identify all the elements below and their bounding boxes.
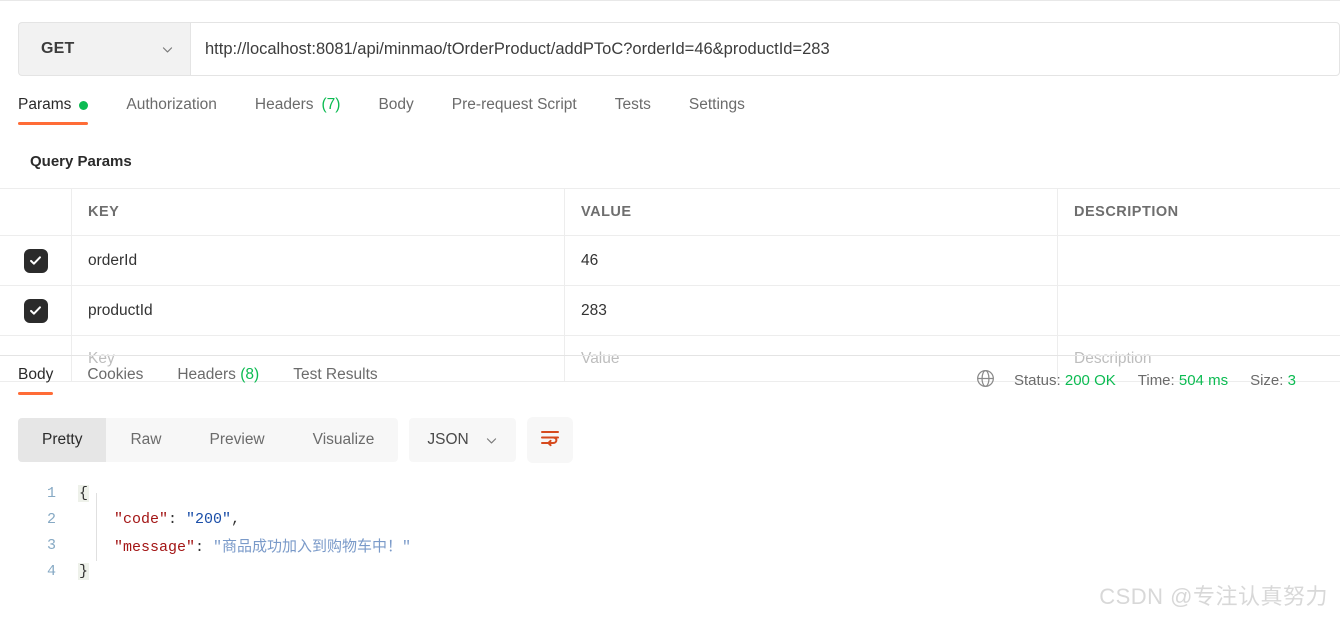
response-tab-headers-label: Headers <box>177 366 236 383</box>
request-url-input[interactable]: http://localhost:8081/api/minmao/tOrderP… <box>190 22 1340 76</box>
column-header-key: KEY <box>88 204 120 220</box>
tab-body-label: Body <box>378 96 414 113</box>
request-url-text: http://localhost:8081/api/minmao/tOrderP… <box>205 39 830 58</box>
json-open-brace[interactable]: { <box>78 484 90 502</box>
placeholder-key[interactable]: Key <box>88 350 115 368</box>
tab-params-label: Params <box>18 96 72 113</box>
tab-pre-request-script-label: Pre-request Script <box>451 96 577 113</box>
tab-tests[interactable]: Tests <box>615 96 651 125</box>
response-tab-cookies[interactable]: Cookies <box>87 366 143 395</box>
param-value[interactable]: 46 <box>581 252 598 270</box>
top-divider <box>0 0 1340 1</box>
view-mode-visualize[interactable]: Visualize <box>289 418 399 462</box>
placeholder-value[interactable]: Value <box>581 350 620 368</box>
view-mode-pretty[interactable]: Pretty <box>18 418 107 462</box>
tab-pre-request-script[interactable]: Pre-request Script <box>452 96 577 125</box>
json-key: "code" <box>114 510 169 528</box>
line-number: 1 <box>46 484 56 502</box>
code-line: 2 "code": "200", <box>0 506 1340 532</box>
response-tab-test-results-label: Test Results <box>293 366 378 383</box>
response-body-toolbar: Pretty Raw Preview Visualize JSON <box>18 417 573 463</box>
http-method-label: GET <box>41 40 75 57</box>
chevron-down-icon <box>485 434 498 447</box>
tab-headers[interactable]: Headers (7) <box>255 96 341 125</box>
tab-headers-count: (7) <box>321 96 341 113</box>
json-key: "message" <box>114 538 196 556</box>
response-tab-headers[interactable]: Headers (8) <box>177 366 259 395</box>
view-mode-raw[interactable]: Raw <box>106 418 185 462</box>
status-value: 200 OK <box>1064 372 1116 389</box>
time-label: Time: <box>1137 372 1175 389</box>
response-view-mode-group: Pretty Raw Preview Visualize <box>18 418 399 462</box>
word-wrap-icon <box>538 427 562 454</box>
response-language-label: JSON <box>427 431 469 448</box>
code-line: 3 "message": "商品成功加入到购物车中！" <box>0 532 1340 558</box>
response-divider <box>0 355 1340 356</box>
tab-authorization-label: Authorization <box>126 96 217 113</box>
param-key[interactable]: productId <box>88 302 153 320</box>
tab-params[interactable]: Params <box>18 96 89 125</box>
json-comma: , <box>231 510 241 528</box>
param-value[interactable]: 283 <box>581 302 607 320</box>
response-tab-body[interactable]: Body <box>18 366 54 395</box>
param-key[interactable]: orderId <box>88 252 137 270</box>
size-value: 3 <box>1287 372 1296 389</box>
query-params-table: KEY VALUE DESCRIPTION orderId 46 product… <box>0 188 1340 382</box>
json-value: "商品成功加入到购物车中！" <box>213 538 412 556</box>
response-tab-cookies-label: Cookies <box>87 366 144 383</box>
table-header-row: KEY VALUE DESCRIPTION <box>0 189 1340 236</box>
http-method-selector[interactable]: GET <box>18 22 190 76</box>
response-tab-headers-count: (8) <box>240 366 260 383</box>
json-separator: : <box>195 538 214 556</box>
watermark: CSDN @专注认真努力 <box>1099 584 1328 609</box>
tab-authorization[interactable]: Authorization <box>126 96 216 125</box>
word-wrap-toggle-button[interactable] <box>526 417 573 463</box>
view-mode-preview[interactable]: Preview <box>186 418 289 462</box>
line-number: 4 <box>46 562 56 580</box>
row-checkbox-checked[interactable] <box>23 248 48 273</box>
request-url-bar: GET http://localhost:8081/api/minmao/tOr… <box>18 22 1340 76</box>
response-tabs: Body Cookies Headers (8) Test Results <box>18 366 412 395</box>
header-cell-checkbox <box>0 189 72 235</box>
response-status-bar: Status: 200 OK Time: 504 ms Size: 3 <box>975 368 1318 393</box>
params-modified-dot-icon <box>79 100 89 110</box>
column-header-description: DESCRIPTION <box>1074 204 1179 220</box>
row-checkbox-cell <box>0 286 72 335</box>
globe-icon <box>975 368 996 393</box>
code-line: 1 { <box>0 480 1340 506</box>
status-label: Status: <box>1014 372 1061 389</box>
response-tab-body-label: Body <box>18 366 54 383</box>
tab-body[interactable]: Body <box>378 96 413 125</box>
response-tab-test-results[interactable]: Test Results <box>293 366 377 395</box>
status-code-item[interactable]: Status: 200 OK <box>1014 372 1116 389</box>
tab-tests-label: Tests <box>614 96 651 113</box>
chevron-down-icon <box>161 43 174 56</box>
placeholder-description[interactable]: Description <box>1074 350 1152 368</box>
tab-headers-label: Headers <box>254 96 314 113</box>
line-number: 2 <box>46 510 56 528</box>
response-language-selector[interactable]: JSON <box>409 418 516 462</box>
query-params-title: Query Params <box>30 153 132 170</box>
line-number: 3 <box>46 536 56 554</box>
tab-settings-label: Settings <box>688 96 745 113</box>
response-size-item[interactable]: Size: 3 <box>1250 372 1296 389</box>
column-header-value: VALUE <box>581 204 632 220</box>
size-label: Size: <box>1250 372 1284 389</box>
postman-request-response-panel: GET http://localhost:8081/api/minmao/tOr… <box>0 0 1340 623</box>
response-time-item[interactable]: Time: 504 ms <box>1138 372 1228 389</box>
tab-settings[interactable]: Settings <box>689 96 745 125</box>
json-value: "200" <box>186 510 232 528</box>
row-checkbox-checked[interactable] <box>23 298 48 323</box>
json-close-brace[interactable]: } <box>78 562 90 580</box>
table-row: orderId 46 <box>0 236 1340 286</box>
json-separator: : <box>168 510 187 528</box>
row-checkbox-cell <box>0 236 72 285</box>
table-row: productId 283 <box>0 286 1340 336</box>
time-value: 504 ms <box>1178 372 1229 389</box>
request-tabs: Params Authorization Headers (7) Body Pr… <box>18 96 1340 134</box>
